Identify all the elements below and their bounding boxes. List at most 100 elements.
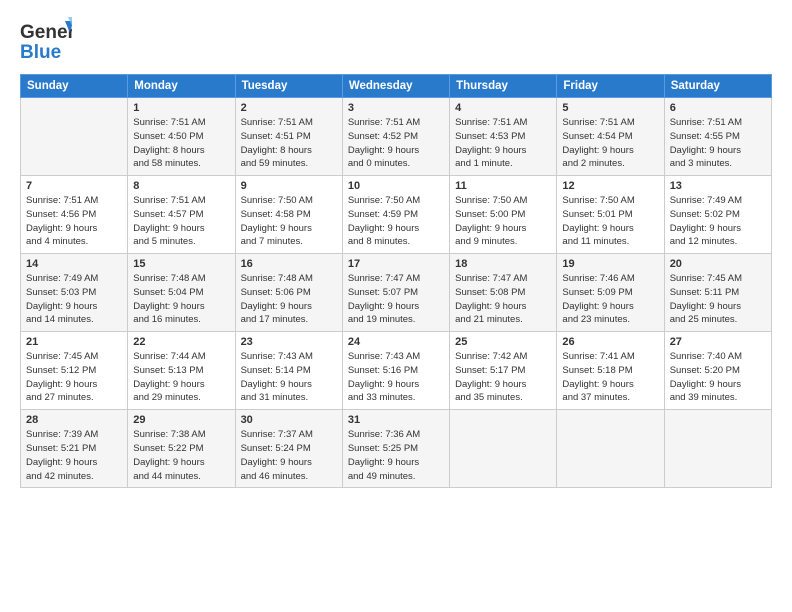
calendar-cell: 18 Sunrise: 7:47 AM Sunset: 5:08 PM Dayli… [450, 254, 557, 332]
day-info: Sunrise: 7:46 AM Sunset: 5:09 PM Dayligh… [562, 272, 658, 327]
day-info: Sunrise: 7:47 AM Sunset: 5:07 PM Dayligh… [348, 272, 444, 327]
day-number: 3 [348, 102, 444, 114]
calendar-cell: 1 Sunrise: 7:51 AM Sunset: 4:50 PM Daylig… [128, 98, 235, 176]
calendar-cell: 3 Sunrise: 7:51 AM Sunset: 4:52 PM Daylig… [342, 98, 449, 176]
calendar-cell: 27 Sunrise: 7:40 AM Sunset: 5:20 PM Dayli… [664, 332, 771, 410]
calendar-week-2: 14Sunrise: 7:49 AM Sunset: 5:03 PM Dayli… [21, 254, 772, 332]
day-number: 21 [26, 336, 122, 348]
calendar-cell: 15 Sunrise: 7:48 AM Sunset: 5:04 PM Dayli… [128, 254, 235, 332]
calendar-cell: 9 Sunrise: 7:50 AM Sunset: 4:58 PM Daylig… [235, 176, 342, 254]
day-number: 31 [348, 414, 444, 426]
day-info: Sunrise: 7:50 AM Sunset: 5:00 PM Dayligh… [455, 194, 551, 249]
day-number: 2 [241, 102, 337, 114]
day-info: Sunrise: 7:50 AM Sunset: 4:58 PM Dayligh… [241, 194, 337, 249]
day-info: Sunrise: 7:45 AM Sunset: 5:12 PM Dayligh… [26, 350, 122, 405]
calendar-table: SundayMondayTuesdayWednesdayThursdayFrid… [20, 74, 772, 488]
page: General Blue SundayMondayTuesdayWednesda… [0, 0, 792, 612]
calendar-cell: 10Sunrise: 7:50 AM Sunset: 4:59 PM Dayli… [342, 176, 449, 254]
calendar-week-1: 7 Sunrise: 7:51 AM Sunset: 4:56 PM Daylig… [21, 176, 772, 254]
day-number: 19 [562, 258, 658, 270]
day-info: Sunrise: 7:51 AM Sunset: 4:52 PM Dayligh… [348, 116, 444, 171]
day-info: Sunrise: 7:44 AM Sunset: 5:13 PM Dayligh… [133, 350, 229, 405]
calendar-cell [557, 410, 664, 488]
calendar-cell: 8 Sunrise: 7:51 AM Sunset: 4:57 PM Daylig… [128, 176, 235, 254]
logo: General Blue [20, 16, 72, 64]
day-number: 17 [348, 258, 444, 270]
day-info: Sunrise: 7:51 AM Sunset: 4:54 PM Dayligh… [562, 116, 658, 171]
day-header-thursday: Thursday [450, 75, 557, 98]
day-info: Sunrise: 7:41 AM Sunset: 5:18 PM Dayligh… [562, 350, 658, 405]
calendar-cell: 29 Sunrise: 7:38 AM Sunset: 5:22 PM Dayli… [128, 410, 235, 488]
day-number: 27 [670, 336, 766, 348]
day-header-monday: Monday [128, 75, 235, 98]
calendar-cell: 5Sunrise: 7:51 AM Sunset: 4:54 PM Daylig… [557, 98, 664, 176]
day-number: 12 [562, 180, 658, 192]
day-number: 9 [241, 180, 337, 192]
day-info: Sunrise: 7:51 AM Sunset: 4:53 PM Dayligh… [455, 116, 551, 171]
logo-svg: General Blue [20, 16, 72, 64]
day-number: 18 [455, 258, 551, 270]
calendar-cell: 4 Sunrise: 7:51 AM Sunset: 4:53 PM Daylig… [450, 98, 557, 176]
day-info: Sunrise: 7:45 AM Sunset: 5:11 PM Dayligh… [670, 272, 766, 327]
day-number: 28 [26, 414, 122, 426]
day-header-tuesday: Tuesday [235, 75, 342, 98]
day-number: 8 [133, 180, 229, 192]
header: General Blue [20, 16, 772, 64]
day-info: Sunrise: 7:48 AM Sunset: 5:04 PM Dayligh… [133, 272, 229, 327]
day-info: Sunrise: 7:36 AM Sunset: 5:25 PM Dayligh… [348, 428, 444, 483]
svg-text:General: General [20, 22, 72, 43]
calendar-cell: 7 Sunrise: 7:51 AM Sunset: 4:56 PM Daylig… [21, 176, 128, 254]
day-header-saturday: Saturday [664, 75, 771, 98]
day-info: Sunrise: 7:37 AM Sunset: 5:24 PM Dayligh… [241, 428, 337, 483]
calendar-cell: 23Sunrise: 7:43 AM Sunset: 5:14 PM Dayli… [235, 332, 342, 410]
day-number: 10 [348, 180, 444, 192]
day-info: Sunrise: 7:43 AM Sunset: 5:14 PM Dayligh… [241, 350, 337, 405]
calendar-week-4: 28 Sunrise: 7:39 AM Sunset: 5:21 PM Dayli… [21, 410, 772, 488]
day-info: Sunrise: 7:51 AM Sunset: 4:50 PM Dayligh… [133, 116, 229, 171]
day-number: 30 [241, 414, 337, 426]
day-number: 25 [455, 336, 551, 348]
calendar-cell: 24Sunrise: 7:43 AM Sunset: 5:16 PM Dayli… [342, 332, 449, 410]
day-number: 4 [455, 102, 551, 114]
day-number: 7 [26, 180, 122, 192]
calendar-cell: 2 Sunrise: 7:51 AM Sunset: 4:51 PM Daylig… [235, 98, 342, 176]
calendar-cell: 22 Sunrise: 7:44 AM Sunset: 5:13 PM Dayli… [128, 332, 235, 410]
day-info: Sunrise: 7:51 AM Sunset: 4:55 PM Dayligh… [670, 116, 766, 171]
calendar-cell: 13 Sunrise: 7:49 AM Sunset: 5:02 PM Dayli… [664, 176, 771, 254]
day-info: Sunrise: 7:51 AM Sunset: 4:57 PM Dayligh… [133, 194, 229, 249]
calendar-cell [664, 410, 771, 488]
day-number: 1 [133, 102, 229, 114]
day-number: 29 [133, 414, 229, 426]
day-number: 14 [26, 258, 122, 270]
day-number: 15 [133, 258, 229, 270]
day-number: 26 [562, 336, 658, 348]
day-info: Sunrise: 7:42 AM Sunset: 5:17 PM Dayligh… [455, 350, 551, 405]
calendar-cell: 25 Sunrise: 7:42 AM Sunset: 5:17 PM Dayli… [450, 332, 557, 410]
day-info: Sunrise: 7:39 AM Sunset: 5:21 PM Dayligh… [26, 428, 122, 483]
day-number: 20 [670, 258, 766, 270]
calendar-cell: 26 Sunrise: 7:41 AM Sunset: 5:18 PM Dayli… [557, 332, 664, 410]
calendar-cell: 20 Sunrise: 7:45 AM Sunset: 5:11 PM Dayli… [664, 254, 771, 332]
day-number: 6 [670, 102, 766, 114]
logo-container: General Blue [20, 16, 72, 64]
day-info: Sunrise: 7:38 AM Sunset: 5:22 PM Dayligh… [133, 428, 229, 483]
calendar-cell: 30 Sunrise: 7:37 AM Sunset: 5:24 PM Dayli… [235, 410, 342, 488]
day-info: Sunrise: 7:43 AM Sunset: 5:16 PM Dayligh… [348, 350, 444, 405]
calendar-cell: 12Sunrise: 7:50 AM Sunset: 5:01 PM Dayli… [557, 176, 664, 254]
day-info: Sunrise: 7:47 AM Sunset: 5:08 PM Dayligh… [455, 272, 551, 327]
calendar-cell: 17 Sunrise: 7:47 AM Sunset: 5:07 PM Dayli… [342, 254, 449, 332]
calendar-cell [21, 98, 128, 176]
day-info: Sunrise: 7:48 AM Sunset: 5:06 PM Dayligh… [241, 272, 337, 327]
day-header-sunday: Sunday [21, 75, 128, 98]
day-number: 22 [133, 336, 229, 348]
day-number: 16 [241, 258, 337, 270]
day-info: Sunrise: 7:49 AM Sunset: 5:02 PM Dayligh… [670, 194, 766, 249]
day-number: 11 [455, 180, 551, 192]
day-info: Sunrise: 7:51 AM Sunset: 4:56 PM Dayligh… [26, 194, 122, 249]
calendar-cell: 6 Sunrise: 7:51 AM Sunset: 4:55 PM Daylig… [664, 98, 771, 176]
day-info: Sunrise: 7:40 AM Sunset: 5:20 PM Dayligh… [670, 350, 766, 405]
calendar-cell: 28 Sunrise: 7:39 AM Sunset: 5:21 PM Dayli… [21, 410, 128, 488]
day-info: Sunrise: 7:51 AM Sunset: 4:51 PM Dayligh… [241, 116, 337, 171]
calendar-cell: 31 Sunrise: 7:36 AM Sunset: 5:25 PM Dayli… [342, 410, 449, 488]
day-number: 13 [670, 180, 766, 192]
